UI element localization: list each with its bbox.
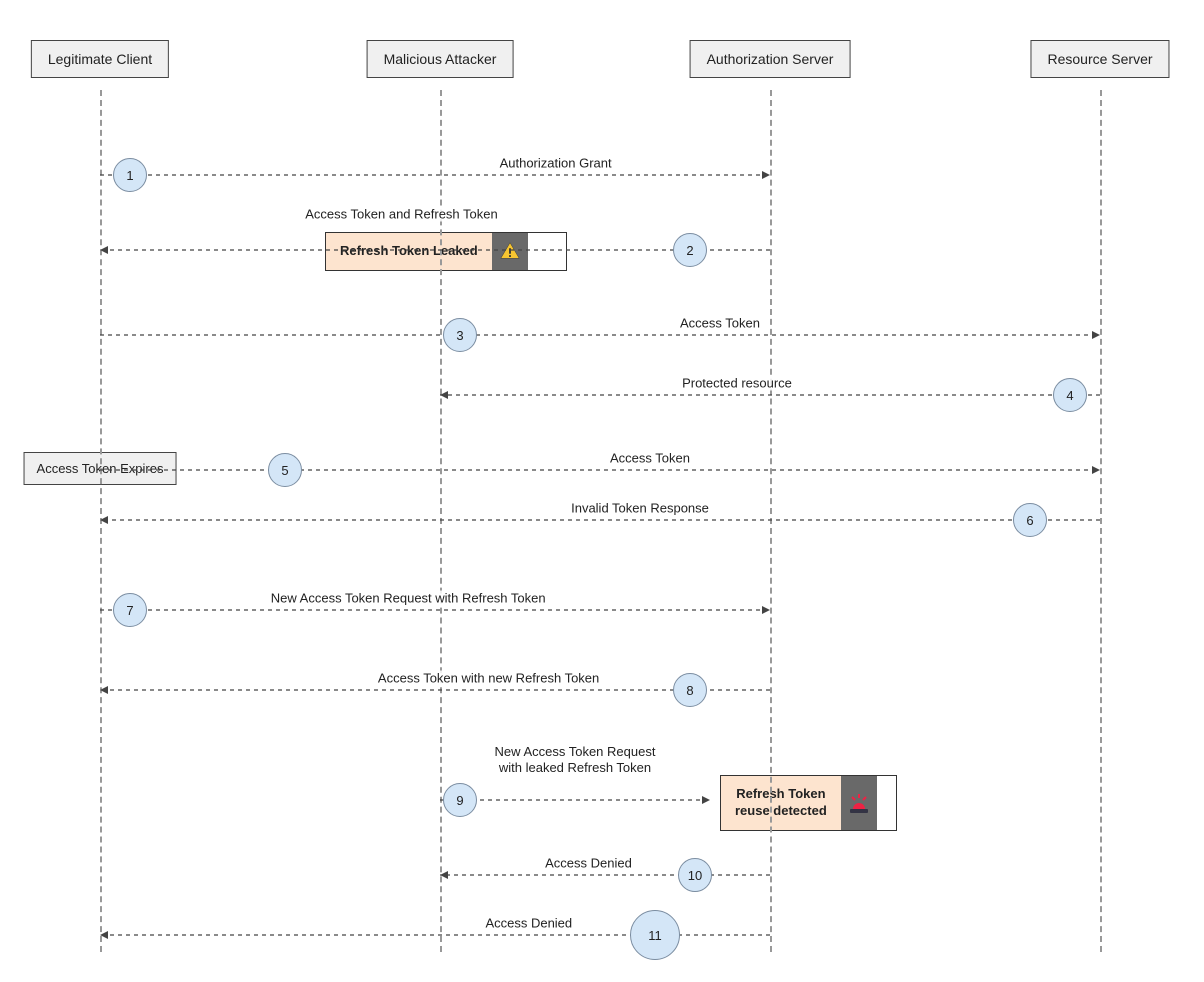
callout-refresh-token-leaked: Refresh Token Leaked (325, 232, 567, 271)
message-label: Authorization Grant (497, 156, 615, 171)
step-number: 11 (630, 910, 680, 960)
lifeline-client (100, 90, 102, 952)
sequence-diagram: Refresh Token Leaked Refresh Token reuse… (0, 0, 1204, 982)
step-number: 2 (673, 233, 707, 267)
message-label: New Access Token Requestwith leaked Refr… (472, 744, 678, 777)
message-arrow (435, 790, 715, 810)
message-label: Access Token (677, 316, 763, 331)
message-label: Access Token and Refresh Token (302, 207, 500, 222)
step-number: 1 (113, 158, 147, 192)
step-number: 8 (673, 673, 707, 707)
message-label: Access Token (607, 451, 693, 466)
warning-icon (492, 233, 528, 270)
step-number: 9 (443, 783, 477, 817)
message-label: Invalid Token Response (568, 501, 712, 516)
actor-client: Legitimate Client (31, 40, 169, 78)
message-arrow (95, 165, 775, 185)
step-number: 6 (1013, 503, 1047, 537)
callout-text: Refresh Token reuse detected (721, 776, 841, 830)
message-label: Access Denied (542, 856, 635, 871)
step-number: 3 (443, 318, 477, 352)
actor-resource: Resource Server (1030, 40, 1169, 78)
actor-attacker: Malicious Attacker (367, 40, 514, 78)
step-number: 5 (268, 453, 302, 487)
step-number: 10 (678, 858, 712, 892)
callout-text: Refresh Token Leaked (326, 233, 492, 270)
lifeline-resource (1100, 90, 1102, 952)
message-arrow (95, 460, 1105, 480)
alert-icon (841, 776, 877, 830)
step-number: 4 (1053, 378, 1087, 412)
callout-refresh-token-reuse-detected: Refresh Token reuse detected (720, 775, 897, 831)
step-number: 7 (113, 593, 147, 627)
message-label: New Access Token Request with Refresh To… (268, 591, 549, 606)
message-label: Access Denied (482, 916, 575, 931)
actor-auth: Authorization Server (690, 40, 851, 78)
lifeline-auth (770, 90, 772, 952)
message-label: Protected resource (679, 376, 795, 391)
message-arrow (95, 325, 1105, 345)
message-label: Access Token with new Refresh Token (375, 671, 602, 686)
